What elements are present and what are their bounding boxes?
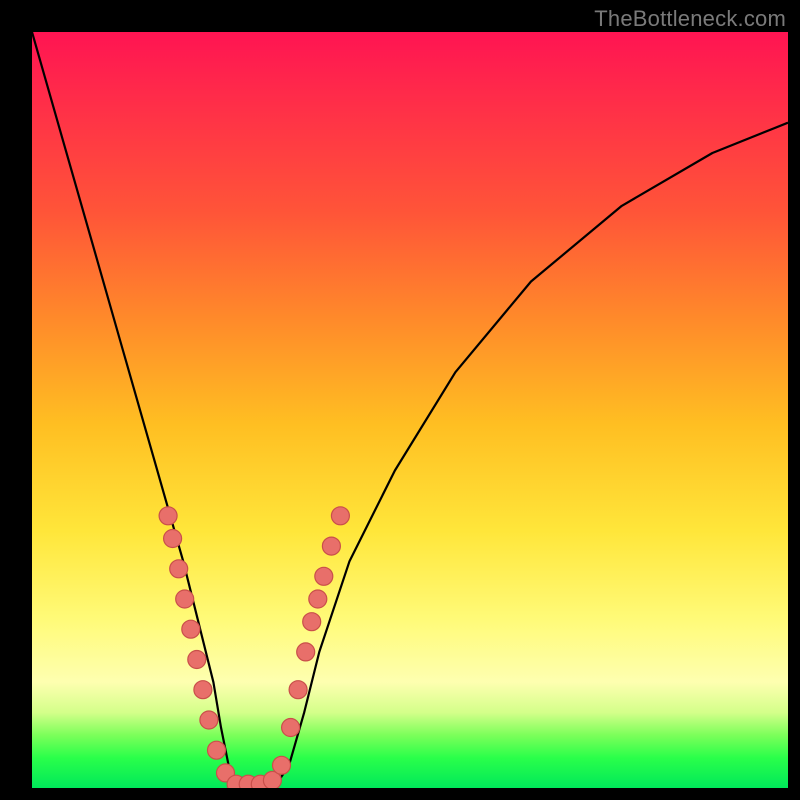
sample-dot [289, 681, 307, 699]
sample-dot [315, 567, 333, 585]
sample-dot [164, 530, 182, 548]
bottleneck-curve [32, 32, 788, 788]
plot-area [32, 32, 788, 788]
sample-dot [200, 711, 218, 729]
watermark-text: TheBottleneck.com [594, 6, 786, 32]
sample-dot [170, 560, 188, 578]
sample-dot [194, 681, 212, 699]
sample-dot [282, 719, 300, 737]
sample-dot [188, 651, 206, 669]
sample-dot [182, 620, 200, 638]
sample-dot [297, 643, 315, 661]
curve-svg [32, 32, 788, 788]
sample-dot [322, 537, 340, 555]
sample-dot [176, 590, 194, 608]
chart-frame: TheBottleneck.com [0, 0, 800, 800]
sample-dot [331, 507, 349, 525]
sample-dot [309, 590, 327, 608]
sample-dot [303, 613, 321, 631]
sample-dot [273, 756, 291, 774]
sample-dot [159, 507, 177, 525]
sample-dot [208, 741, 226, 759]
